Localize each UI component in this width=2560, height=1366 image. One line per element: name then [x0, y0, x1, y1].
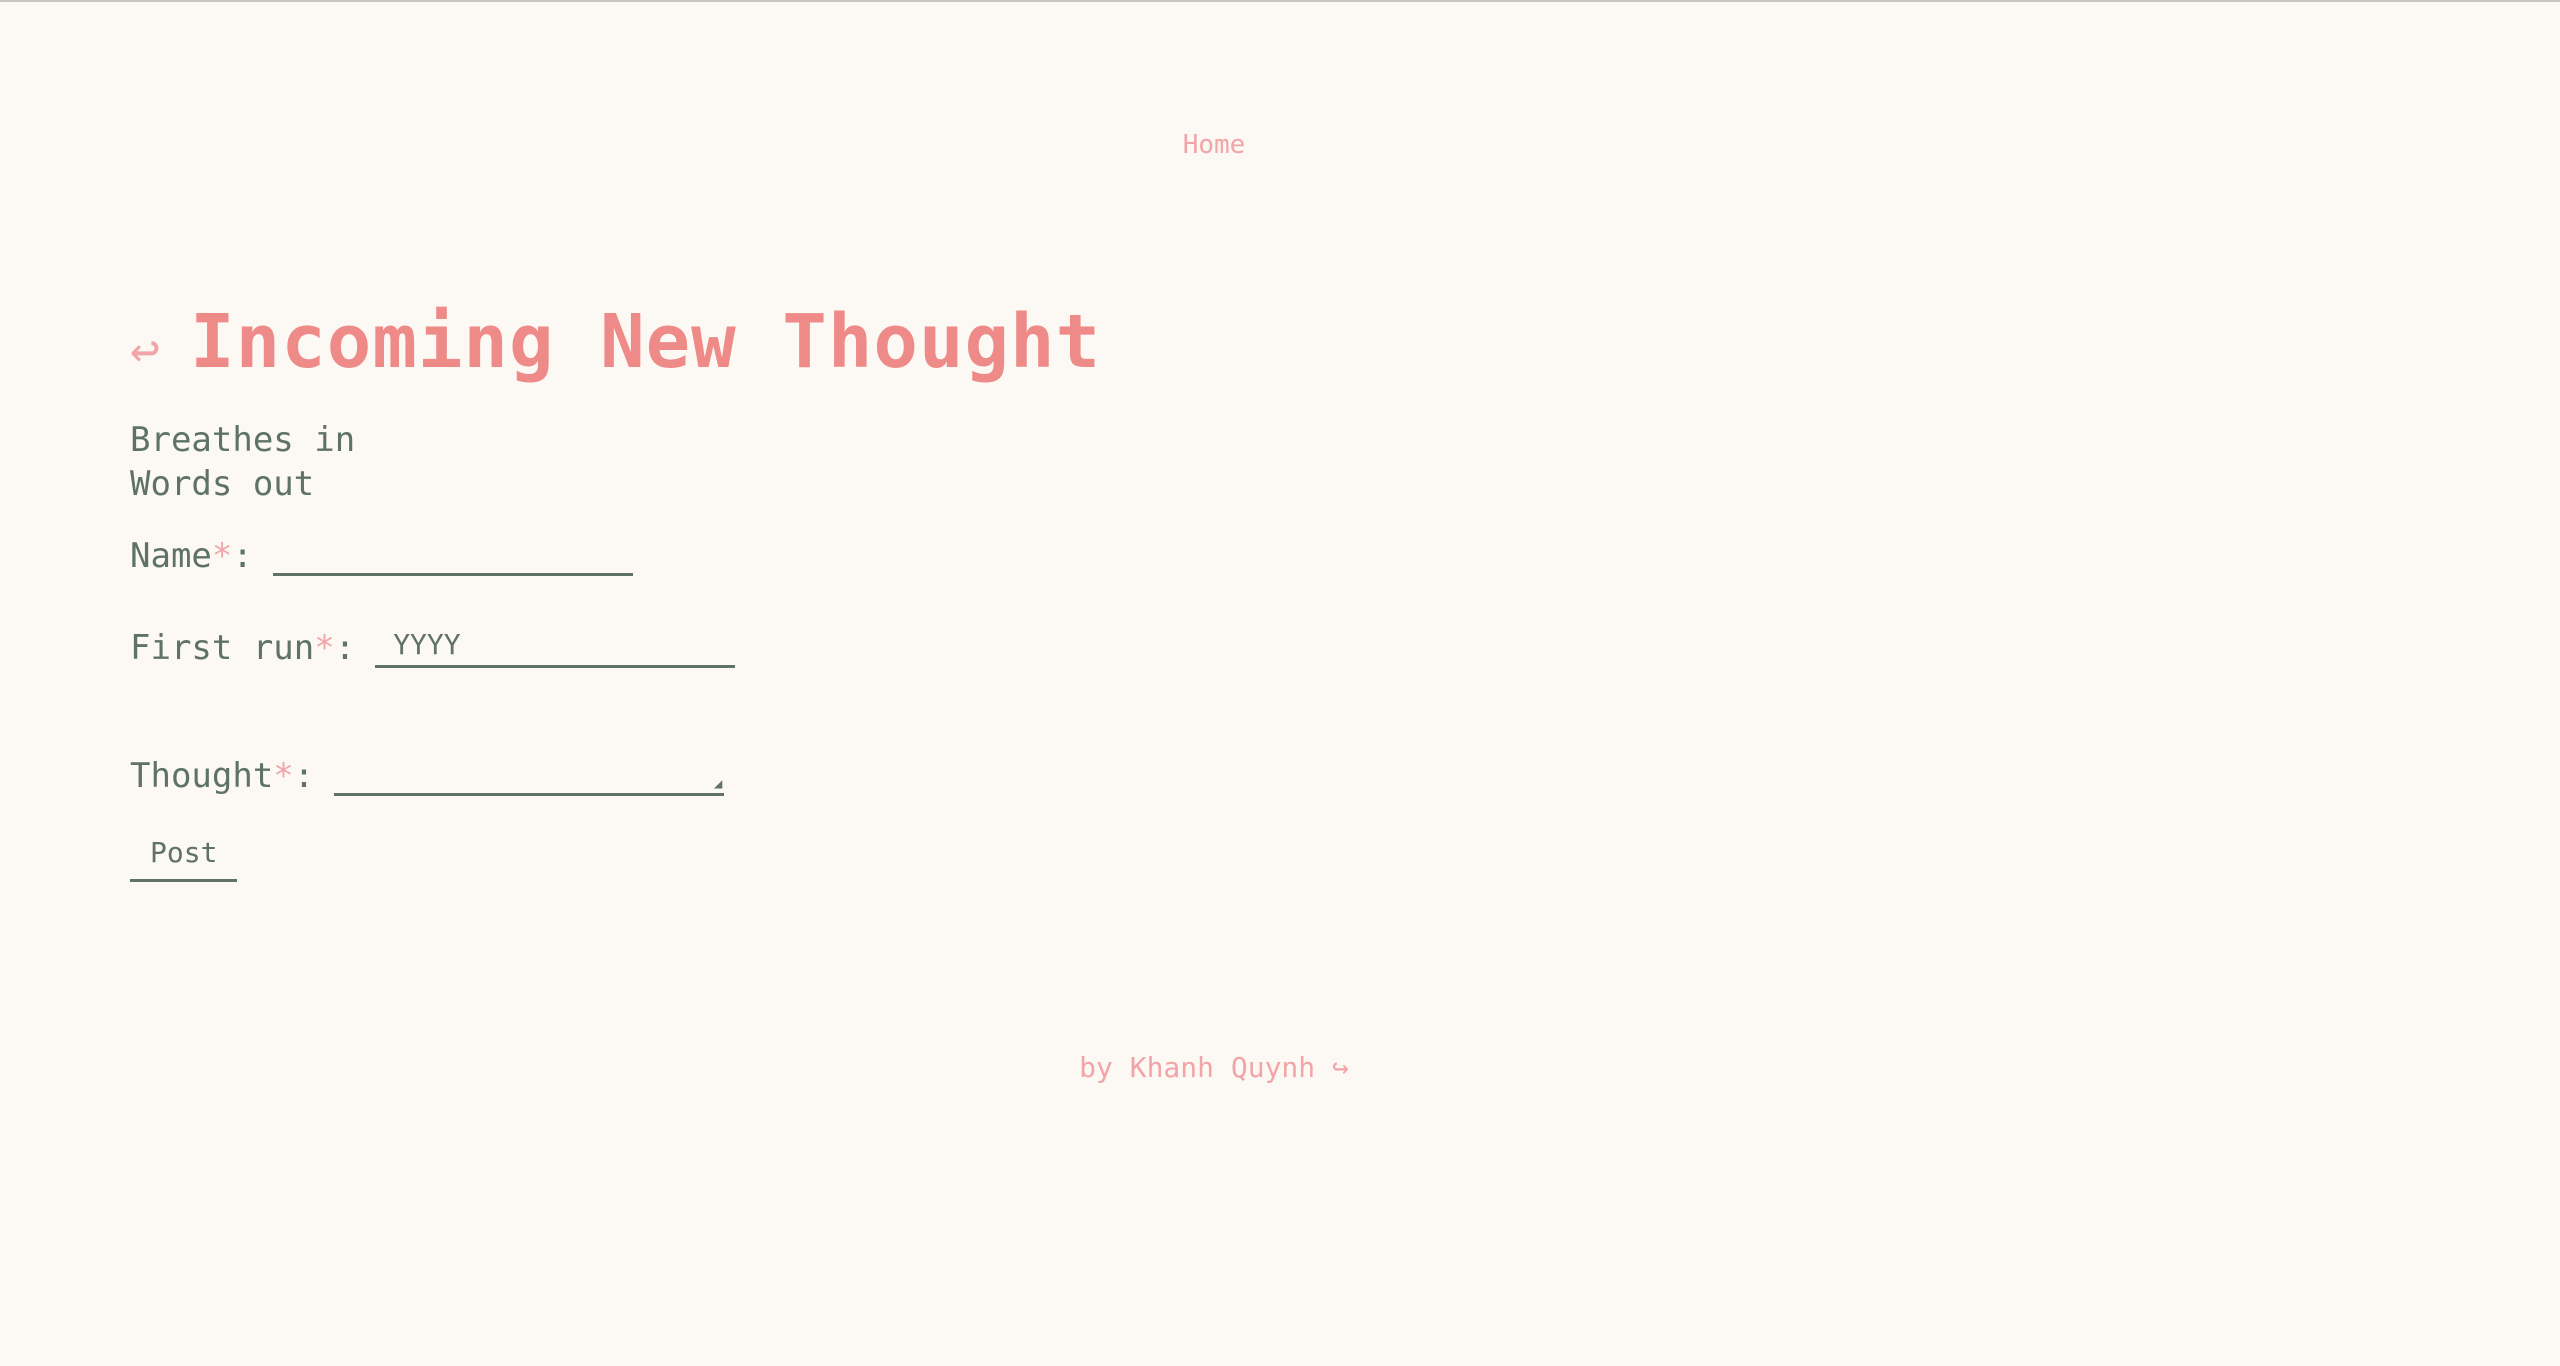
thought-textarea[interactable]: ◢	[334, 772, 725, 796]
title-row: ↩ Incoming New Thought	[130, 292, 1530, 392]
home-link[interactable]: Home	[1183, 130, 1246, 160]
tagline: Breathes in Words out	[130, 418, 1530, 506]
first-run-field-row: First run*:	[130, 624, 1530, 668]
first-run-year-input[interactable]	[375, 624, 736, 668]
page-title: Incoming New Thought	[190, 299, 1102, 385]
name-input[interactable]	[272, 532, 633, 576]
footer-credit-link[interactable]: by Khanh Quynh ↪	[0, 1051, 2428, 1084]
back-arrow-icon[interactable]: ↩	[130, 325, 160, 375]
thought-label: Thought*:	[130, 756, 315, 796]
required-marker: *	[211, 536, 233, 576]
name-label: Name*:	[130, 536, 253, 576]
name-field-row: Name*:	[130, 532, 1530, 576]
required-marker: *	[273, 756, 294, 796]
main-content: ↩ Incoming New Thought Breathes in Words…	[130, 292, 1530, 882]
resize-handle-icon[interactable]: ◢	[714, 777, 722, 791]
first-run-label: First run*:	[130, 628, 356, 668]
required-marker: *	[314, 628, 335, 668]
nav-home-link: Home	[0, 130, 2428, 160]
tagline-line-1: Breathes in	[130, 420, 356, 460]
tagline-line-2: Words out	[130, 464, 315, 504]
thought-field-row: Thought*: ◢	[130, 756, 1530, 796]
post-button[interactable]: Post	[130, 836, 238, 882]
